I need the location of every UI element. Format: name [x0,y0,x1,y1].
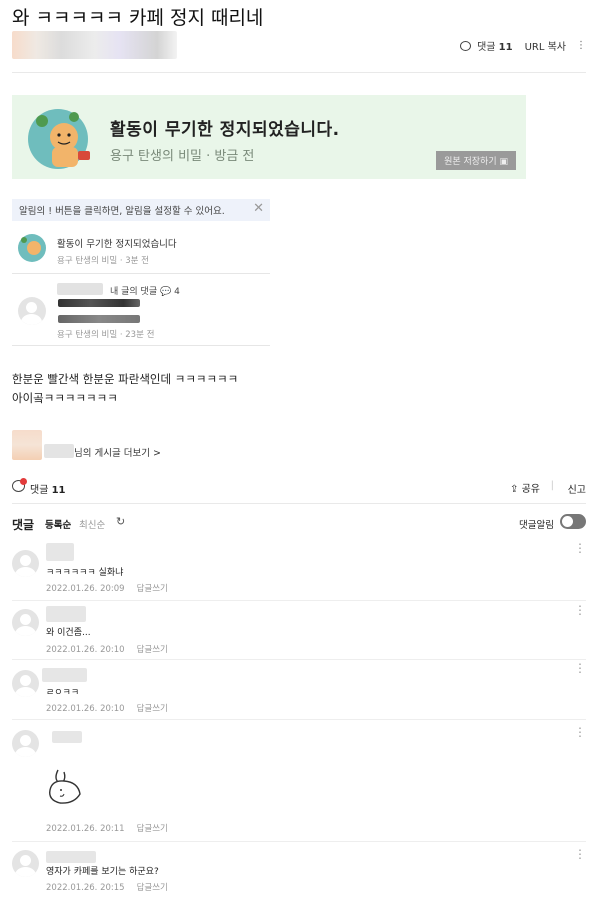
bunny-sticker [49,769,81,804]
username-blurred [52,731,82,743]
comment-alarm-label: 댓글알림 [519,520,554,531]
username-blurred [46,851,96,863]
banner-sub-text: 용구 탄생의 비밀 · 방금 전 [110,149,255,164]
more-icon[interactable]: ⋮ [576,40,586,51]
comment: 영자가 카페를 보기는 하군요? 2022.01.26. 20:15 답글쓰기 ⋮ [12,842,586,900]
avatar [12,730,39,757]
action-bar: 댓글 11 ⇪ 공유 | 신고 [12,478,586,498]
sort-registered[interactable]: 등록순 [45,517,71,531]
comment: ㅋㅋㅋㅋㅋㅋ 실화냐 2022.01.26. 20:09 답글쓰기 ⋮ [12,540,586,602]
divider [12,600,586,601]
avatar [12,550,39,577]
report-button[interactable]: 신고 [568,481,586,496]
comments-header: 댓글 등록순 최신순 ↻ 댓글알림 [12,514,586,532]
action-separator: | [550,480,554,491]
post-title: 와 ㅋㅋㅋㅋㅋ 카페 정지 때리네 [12,7,264,29]
comment-alarm-toggle[interactable] [560,514,586,529]
notification-dot [20,478,27,485]
refresh-icon[interactable]: ↻ [116,515,125,528]
comment-text: ㄹㅇㅋㅋ [46,688,80,698]
comment-date: 2022.01.26. 20:10 답글쓰기 [46,704,168,714]
avatar [12,850,39,877]
comment: 2022.01.26. 20:11 답글쓰기 ⋮ [12,720,586,842]
comment-text: 와 이건좀... [46,628,91,638]
url-copy-button[interactable]: URL 복사 [525,38,566,53]
author-avatar-blurred [12,430,42,460]
banner-main-text: 활동이 무기한 정지되었습니다. [110,120,340,140]
notification-item[interactable]: 내 글의 댓글 💬 4 용구 탄생의 비밀 · 23분 전 [12,280,270,346]
character-illustration [28,109,90,169]
comment-date: 2022.01.26. 20:15 답글쓰기 [46,883,168,893]
sort-latest[interactable]: 최신순 [79,517,105,531]
reply-button[interactable]: 답글쓰기 [137,704,168,714]
author-name-blurred [44,444,74,458]
close-icon[interactable]: ✕ [253,201,264,216]
comment-more-icon[interactable]: ⋮ [574,726,586,738]
notification-notice: 알림의 ! 버튼을 클릭하면, 알림을 설정할 수 있어요. ✕ [12,199,270,221]
reply-button[interactable]: 답글쓰기 [137,645,168,655]
comment-bubble-icon[interactable] [460,40,472,51]
divider [12,72,586,73]
notification-text: 내 글의 댓글 [110,287,158,297]
comment-date: 2022.01.26. 20:10 답글쓰기 [46,645,168,655]
comment-text: 영자가 카페를 보기는 하군요? [46,867,159,877]
avatar [12,609,39,636]
username-blurred [46,543,74,561]
save-icon: ▣ [499,157,508,167]
notification-meta: 용구 탄생의 비밀 · 23분 전 [57,330,155,340]
comments-heading: 댓글 [12,518,35,532]
comment: ㄹㅇㅋㅋ 2022.01.26. 20:10 답글쓰기 ⋮ [12,660,586,720]
comment-more-icon[interactable]: ⋮ [574,848,586,860]
reply-button[interactable]: 답글쓰기 [137,824,168,834]
comment-count-icon: 💬 [160,287,172,297]
comment-preview-blurred [58,315,140,323]
username-blurred [42,668,87,682]
character-thumbnail [18,234,46,262]
share-icon: ⇪ [510,484,519,495]
comment-date: 2022.01.26. 20:09 답글쓰기 [46,584,168,594]
notification-meta: 용구 탄생의 비밀 · 3분 전 [57,256,150,266]
image-banner: 활동이 무기한 정지되었습니다. 용구 탄생의 비밀 · 방금 전 원본 저장하… [12,95,526,179]
post-body: 한분운 빨간색 한분운 파란색인데 ㅋㅋㅋㅋㅋㅋ 아이곸ㅋㅋㅋㅋㅋㅋㅋ [12,372,239,405]
notification-count: 4 [174,287,180,297]
notification-text: 활동이 무기한 정지되었습니다 [57,239,177,250]
save-original-button[interactable]: 원본 저장하기 ▣ [436,151,516,170]
post-meta: 댓글 11 URL 복사 ⋮ [460,38,586,53]
comment-preview-blurred [58,299,140,307]
comment-more-icon[interactable]: ⋮ [574,542,586,554]
username-blurred [46,606,86,622]
username-blurred [57,283,103,295]
comment-more-icon[interactable]: ⋮ [574,662,586,674]
author-info-blurred [12,31,177,59]
divider [12,503,586,504]
avatar [12,670,39,697]
comment-text: ㅋㅋㅋㅋㅋㅋ 실화냐 [46,568,124,578]
reply-button[interactable]: 답글쓰기 [137,584,168,594]
notification-item[interactable]: 활동이 무기한 정지되었습니다 용구 탄생의 비밀 · 3분 전 [12,228,270,274]
comment-count-label[interactable]: 댓글 11 [30,481,66,496]
comment-link[interactable]: 댓글 11 [477,38,513,53]
avatar [18,297,46,325]
comment-more-icon[interactable]: ⋮ [574,604,586,616]
share-button[interactable]: ⇪ 공유 [510,480,540,495]
more-posts-link[interactable]: 님의 게시글 더보기 > [74,445,161,459]
reply-button[interactable]: 답글쓰기 [137,883,168,893]
comment-date: 2022.01.26. 20:11 답글쓰기 [46,824,168,834]
comment: 와 이건좀... 2022.01.26. 20:10 답글쓰기 ⋮ [12,602,586,660]
